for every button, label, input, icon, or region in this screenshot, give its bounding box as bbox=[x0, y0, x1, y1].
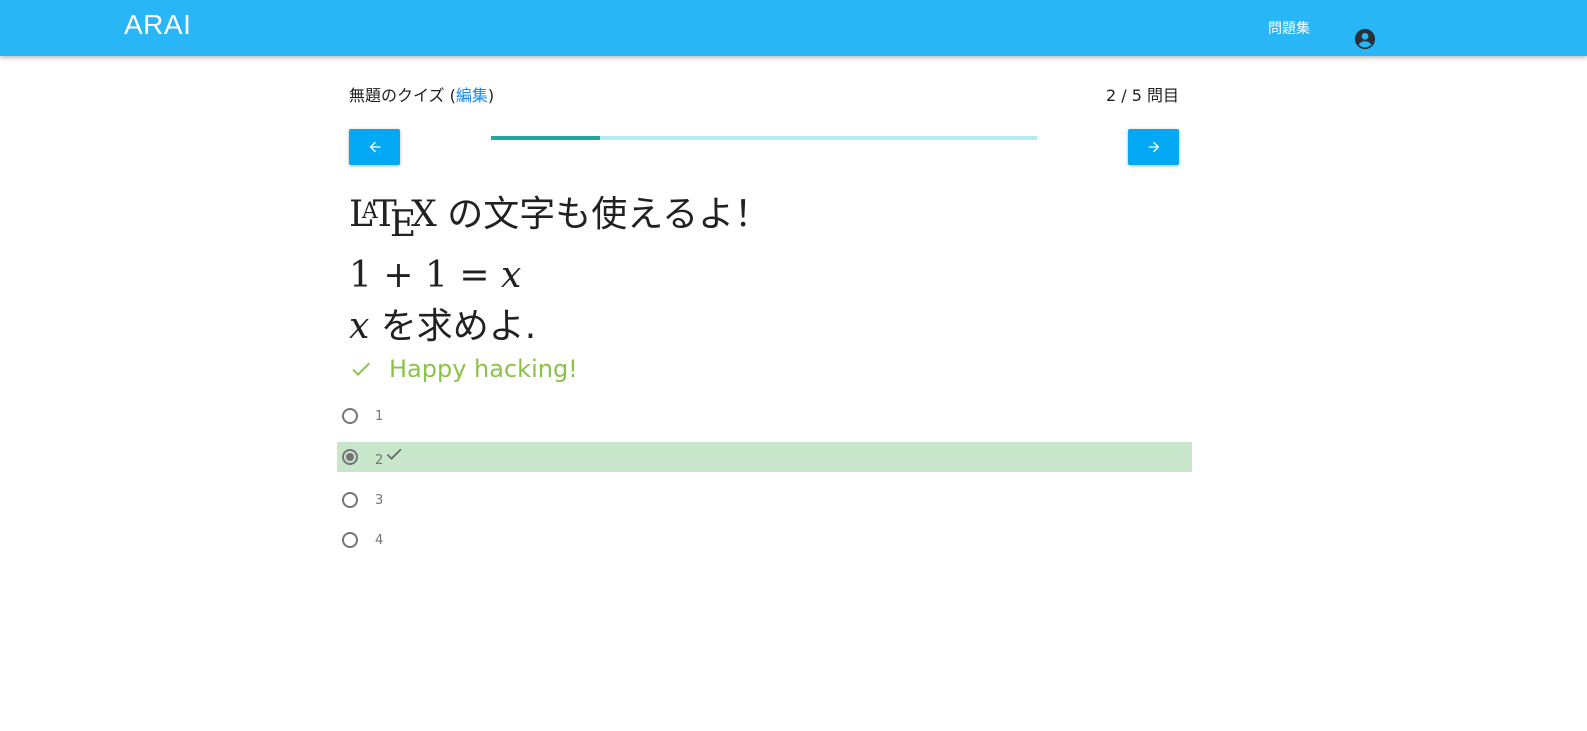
quiz-title-text: 無題のクイズ bbox=[349, 86, 445, 105]
question-line-1: LATEX の文字も使えるよ！ bbox=[349, 186, 1149, 250]
math-equals: = bbox=[459, 255, 490, 296]
latex-logo: LATEX bbox=[349, 186, 437, 250]
math-variable: x bbox=[500, 255, 522, 296]
check-icon bbox=[384, 444, 404, 468]
choice-option-1[interactable]: 1 bbox=[337, 401, 1192, 431]
nav-link-problem-sets[interactable]: 問題集 bbox=[1268, 18, 1310, 38]
radio-dot bbox=[346, 453, 354, 461]
edit-link[interactable]: 編集 bbox=[456, 86, 488, 105]
math-plus: + bbox=[383, 255, 414, 296]
answer-result: Happy hacking! bbox=[349, 355, 578, 383]
choice-label: 3 bbox=[375, 492, 384, 508]
app-brand[interactable]: ARAI bbox=[124, 9, 191, 41]
math-term-b: 1 bbox=[424, 255, 448, 296]
math-variable: x bbox=[349, 306, 370, 347]
radio-button[interactable] bbox=[342, 532, 358, 548]
radio-button-selected[interactable] bbox=[342, 449, 358, 465]
math-term-a: 1 bbox=[349, 255, 372, 296]
choice-label: 1 bbox=[375, 408, 384, 424]
arrow-left-icon bbox=[369, 141, 380, 153]
previous-question-button[interactable] bbox=[349, 129, 400, 165]
latex-logo-x: X bbox=[411, 194, 437, 235]
question-line-3-text: を求めよ. bbox=[380, 306, 537, 347]
choice-option-2[interactable]: 2 bbox=[337, 442, 1192, 472]
progress-bar bbox=[491, 136, 1037, 140]
result-text: Happy hacking! bbox=[389, 355, 578, 383]
question-text: LATEX の文字も使えるよ！ 1 + 1 = x x を求めよ. bbox=[349, 186, 1149, 352]
choice-option-3[interactable]: 3 bbox=[337, 485, 1192, 515]
paren-open: ( bbox=[444, 86, 456, 105]
choice-option-4[interactable]: 4 bbox=[337, 525, 1192, 555]
quiz-title: 無題のクイズ (編集) bbox=[349, 82, 494, 106]
progress-bar-fill bbox=[491, 136, 601, 140]
next-question-button[interactable] bbox=[1128, 129, 1179, 165]
paren-close: ) bbox=[487, 86, 495, 105]
radio-button[interactable] bbox=[342, 408, 358, 424]
question-line-2: 1 + 1 = x bbox=[349, 250, 1149, 301]
choice-label: 2 bbox=[375, 453, 384, 468]
check-icon bbox=[349, 357, 373, 381]
question-line-3: x を求めよ. bbox=[349, 301, 1149, 352]
arrow-right-icon bbox=[1148, 141, 1159, 153]
choice-label: 4 bbox=[375, 532, 384, 548]
question-counter: 2 / 5 問目 bbox=[1105, 86, 1179, 105]
app-bar: ARAI 問題集 bbox=[0, 0, 1587, 56]
question-line-1-text: の文字も使えるよ！ bbox=[447, 194, 771, 235]
account-circle-icon[interactable] bbox=[1354, 28, 1376, 50]
radio-button[interactable] bbox=[342, 492, 358, 508]
